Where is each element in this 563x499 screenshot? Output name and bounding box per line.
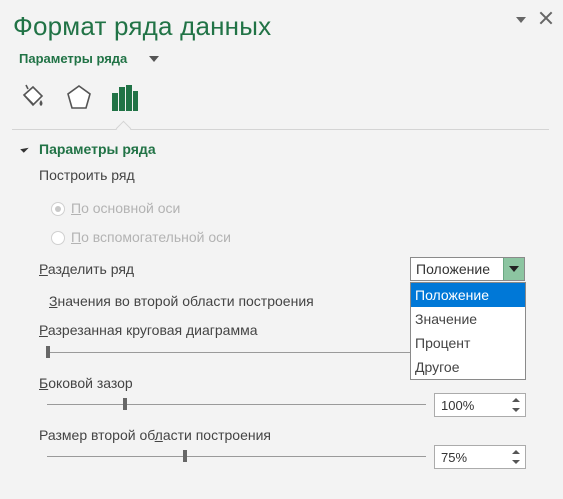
second-plot-size-track[interactable] <box>47 456 426 457</box>
pane-options-icon[interactable] <box>516 17 526 23</box>
primary-axis-radio[interactable] <box>51 202 65 216</box>
series-options-icon[interactable] <box>110 83 140 113</box>
gap-width-label: Боковой зазор <box>39 375 133 391</box>
secondary-axis-label: По вспомогательной оси <box>71 229 231 245</box>
pie-explosion-label: Разрезанная круговая диаграмма <box>39 322 258 338</box>
effects-icon[interactable] <box>64 83 94 113</box>
dropdown-option[interactable]: Положение <box>411 283 525 307</box>
dropdown-option[interactable]: Другое <box>411 355 525 379</box>
chevron-down-icon[interactable] <box>149 56 159 62</box>
pie-explosion-track[interactable] <box>47 352 410 353</box>
gap-width-thumb[interactable] <box>123 398 127 410</box>
second-plot-size-spinner[interactable]: 75% <box>434 445 526 469</box>
gap-width-value[interactable]: 100% <box>441 398 474 413</box>
section-title[interactable]: Параметры ряда <box>39 141 156 157</box>
series-options-menu[interactable]: Параметры ряда <box>19 51 127 66</box>
close-icon[interactable] <box>538 10 554 26</box>
split-series-label: Разделить ряд <box>39 261 135 277</box>
plot-series-label: Построить ряд <box>39 167 135 183</box>
spin-up-icon[interactable] <box>510 396 522 405</box>
spin-down-icon[interactable] <box>510 406 522 415</box>
pane-title: Формат ряда данных <box>13 11 272 41</box>
pie-explosion-thumb[interactable] <box>46 346 50 358</box>
spin-down-icon[interactable] <box>510 458 522 467</box>
dropdown-option[interactable]: Процент <box>411 331 525 355</box>
dropdown-arrow-icon[interactable] <box>503 258 524 280</box>
gap-width-spinner[interactable]: 100% <box>434 393 526 417</box>
split-series-select[interactable]: Положение <box>410 257 525 281</box>
primary-axis-label: По основной оси <box>71 200 181 216</box>
spin-up-icon[interactable] <box>510 448 522 457</box>
split-series-dropdown: Положение Значение Процент Другое <box>410 282 526 380</box>
collapse-triangle-icon[interactable] <box>20 144 29 153</box>
second-plot-size-value[interactable]: 75% <box>441 450 467 465</box>
second-plot-size-thumb[interactable] <box>183 450 187 462</box>
dropdown-option[interactable]: Значение <box>411 307 525 331</box>
fill-line-icon[interactable] <box>18 83 48 113</box>
divider <box>12 129 549 130</box>
tab-pointer <box>115 120 132 137</box>
second-plot-values-label: Значения во второй области построения <box>49 293 314 309</box>
split-series-value: Положение <box>416 261 490 277</box>
gap-width-track[interactable] <box>47 404 426 405</box>
second-plot-size-label: Размер второй области построения <box>39 427 271 443</box>
secondary-axis-radio[interactable] <box>51 231 65 245</box>
